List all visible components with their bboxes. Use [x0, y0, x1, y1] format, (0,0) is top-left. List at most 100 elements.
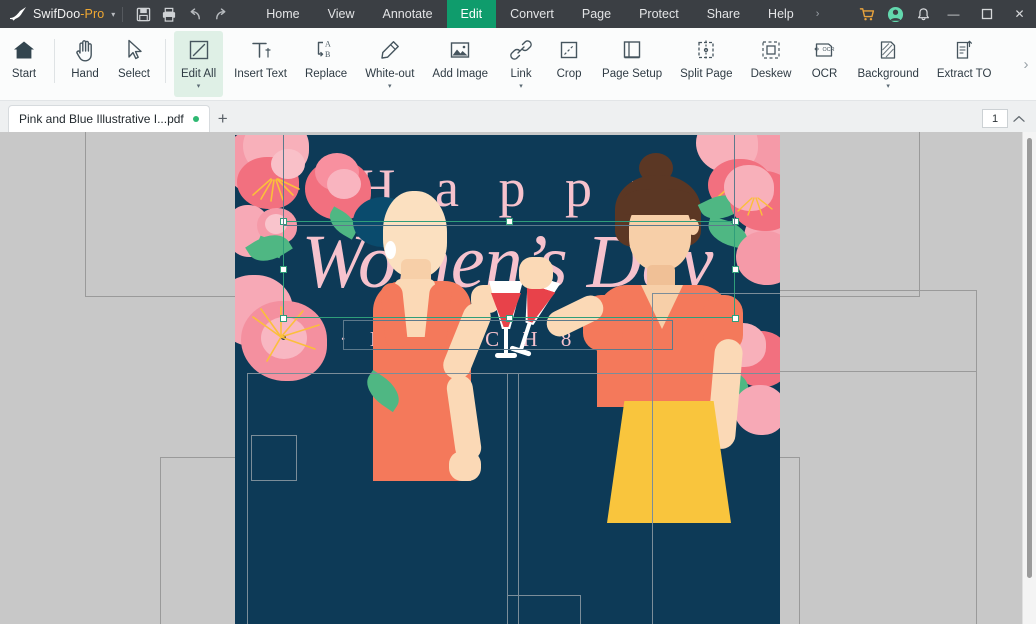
- chevron-down-icon[interactable]: ▾: [519, 83, 523, 91]
- ribbon-label: Extract TO: [936, 68, 992, 80]
- split-page-icon: [694, 35, 718, 65]
- brand-name: SwifDoo: [33, 7, 81, 21]
- menu-item-view[interactable]: View: [314, 0, 369, 28]
- ribbon-button-hand[interactable]: Hand: [63, 31, 107, 97]
- edit-ribbon-toolbar: Start Hand Select Edit All ▾ Insert Text…: [0, 28, 1036, 101]
- ribbon-button-start[interactable]: Start: [2, 31, 46, 97]
- cursor-arrow-icon: [124, 35, 144, 65]
- ribbon-divider: [164, 39, 166, 83]
- ribbon-button-background[interactable]: Background ▾: [850, 31, 925, 97]
- selection-handle-bottom-center[interactable]: [506, 315, 513, 322]
- add-image-icon: [448, 35, 472, 65]
- titlebar-divider: [122, 6, 124, 22]
- document-modified-dot-icon: [192, 116, 199, 122]
- menu-item-share[interactable]: Share: [693, 0, 754, 28]
- redo-icon[interactable]: [208, 2, 234, 26]
- chevron-down-icon[interactable]: ▾: [886, 83, 890, 91]
- pdf-page[interactable]: H a p p y Women’s Day · M A R C H 8 T H …: [235, 135, 780, 624]
- ribbon-label: White-out: [365, 68, 415, 80]
- selection-handle-top-center[interactable]: [506, 218, 513, 225]
- save-icon[interactable]: [130, 2, 156, 26]
- ribbon-button-link[interactable]: Link ▾: [499, 31, 543, 97]
- ribbon-label: Deskew: [750, 68, 792, 80]
- page-number-input[interactable]: 1: [982, 109, 1008, 128]
- ribbon-label: Insert Text: [234, 68, 287, 80]
- page-setup-icon: [620, 35, 644, 65]
- ribbon-button-insert-text[interactable]: Insert Text: [227, 31, 294, 97]
- ribbon-button-replace[interactable]: A B Replace: [298, 31, 354, 97]
- ribbon-divider: [54, 39, 55, 83]
- document-tab-label: Pink and Blue Illustrative I...pdf: [19, 112, 184, 126]
- ribbon-button-edit-all[interactable]: Edit All ▾: [173, 31, 224, 97]
- menu-item-page[interactable]: Page: [568, 0, 625, 28]
- ribbon-label: OCR: [811, 68, 838, 80]
- document-canvas[interactable]: H a p p y Women’s Day · M A R C H 8 T H …: [0, 132, 1036, 624]
- account-avatar-icon[interactable]: [881, 0, 909, 28]
- swifdoo-window: SwifDoo-Pro ▾ Home View Annotate Edit Co…: [0, 0, 1036, 624]
- extract-to-icon: [952, 35, 976, 65]
- selection-handle-middle-right[interactable]: [732, 266, 739, 273]
- chevron-down-icon[interactable]: ▾: [197, 83, 201, 91]
- chevron-down-icon[interactable]: ▾: [388, 83, 392, 91]
- cart-icon[interactable]: [853, 0, 881, 28]
- menu-item-help[interactable]: Help: [754, 0, 808, 28]
- svg-text:A: A: [325, 40, 331, 49]
- vertical-scrollbar[interactable]: [1022, 132, 1036, 624]
- selection-handle-top-right[interactable]: [732, 218, 739, 225]
- title-bar: SwifDoo-Pro ▾ Home View Annotate Edit Co…: [0, 0, 1036, 28]
- ribbon-button-extract-to[interactable]: Extract TO: [930, 31, 999, 97]
- menu-item-edit[interactable]: Edit: [446, 0, 497, 28]
- selection-handle-middle-left[interactable]: [280, 266, 287, 273]
- swifdoo-logo-icon: [8, 4, 30, 24]
- ribbon-button-add-image[interactable]: Add Image: [425, 31, 495, 97]
- selection-handle-bottom-left[interactable]: [280, 315, 287, 322]
- document-tab[interactable]: Pink and Blue Illustrative I...pdf: [8, 105, 210, 132]
- notification-bell-icon[interactable]: [909, 0, 937, 28]
- window-close-button[interactable]: ✕: [1003, 0, 1036, 28]
- link-chain-icon: [509, 35, 533, 65]
- ribbon-label: Add Image: [432, 68, 489, 80]
- object-guide-box: [251, 435, 297, 481]
- ribbon-label: Hand: [71, 68, 99, 80]
- ribbon-button-split-page[interactable]: Split Page: [673, 31, 739, 97]
- blossom-decoration: [327, 169, 361, 199]
- main-menu: Home View Annotate Edit Convert Page Pro…: [252, 0, 827, 28]
- page-navigator: 1: [982, 105, 1036, 132]
- background-icon: [876, 35, 900, 65]
- menu-item-home[interactable]: Home: [252, 0, 313, 28]
- hand-icon: [74, 35, 96, 65]
- selection-handle-top-left[interactable]: [280, 218, 287, 225]
- ribbon-label: Crop: [556, 68, 582, 80]
- ribbon-button-ocr[interactable]: OCR OCR: [802, 31, 846, 97]
- home-icon: [12, 35, 36, 65]
- window-maximize-button[interactable]: [970, 0, 1003, 28]
- deskew-icon: [759, 35, 783, 65]
- ribbon-label: Replace: [304, 68, 348, 80]
- new-tab-button[interactable]: +: [210, 105, 236, 132]
- menu-item-convert[interactable]: Convert: [496, 0, 568, 28]
- menu-item-annotate[interactable]: Annotate: [369, 0, 447, 28]
- ribbon-button-page-setup[interactable]: Page Setup: [595, 31, 669, 97]
- ribbon-label: Split Page: [680, 68, 733, 80]
- ribbon-button-deskew[interactable]: Deskew: [744, 31, 799, 97]
- menu-overflow-chevron-icon[interactable]: ›: [808, 8, 828, 20]
- ribbon-button-white-out[interactable]: White-out ▾: [358, 31, 421, 97]
- chevron-up-icon[interactable]: [1008, 108, 1030, 130]
- undo-icon[interactable]: [182, 2, 208, 26]
- stamen-icon: [252, 306, 320, 362]
- edit-pencil-box-icon: [187, 35, 211, 65]
- print-icon[interactable]: [156, 2, 182, 26]
- vertical-scrollbar-thumb[interactable]: [1027, 138, 1032, 578]
- brand-dropdown-caret-icon[interactable]: ▾: [111, 10, 115, 19]
- window-minimize-button[interactable]: —: [937, 0, 970, 28]
- ribbon-label: Select: [118, 68, 150, 80]
- selection-handle-bottom-right[interactable]: [732, 315, 739, 322]
- ribbon-label: Background: [857, 68, 919, 80]
- menu-item-protect[interactable]: Protect: [625, 0, 693, 28]
- ribbon-overflow-chevron-icon[interactable]: ›: [1016, 31, 1036, 97]
- svg-text:OCR: OCR: [823, 47, 835, 53]
- ribbon-button-crop[interactable]: Crop: [547, 31, 591, 97]
- ribbon-button-select[interactable]: Select: [111, 31, 157, 97]
- svg-text:B: B: [325, 50, 330, 59]
- ribbon-label: Edit All: [180, 68, 217, 80]
